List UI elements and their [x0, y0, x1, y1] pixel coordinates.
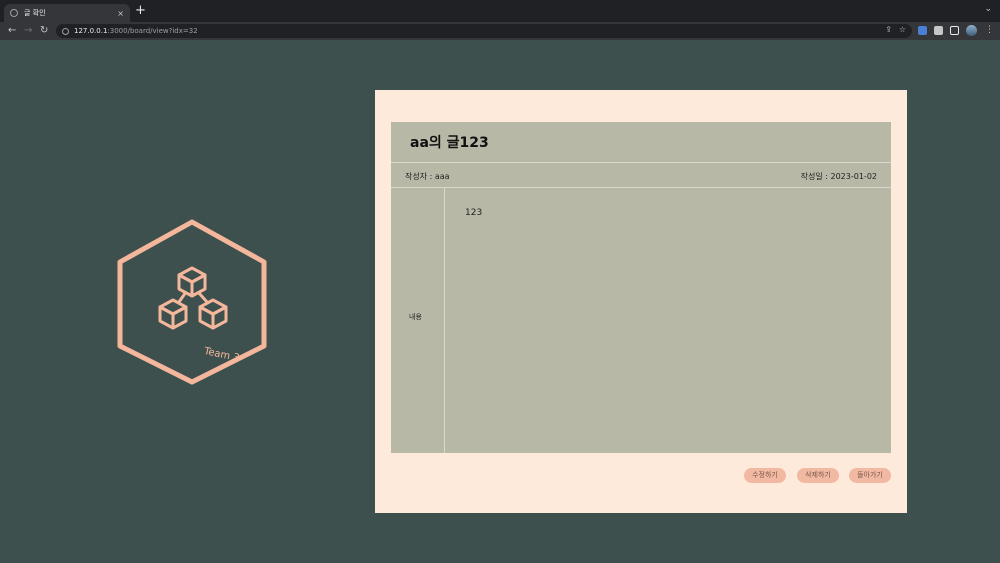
cubes-icon: [158, 266, 228, 330]
address-bar[interactable]: 127.0.0.1 :3000/board/view?idx=32 ⇪ ☆: [56, 24, 912, 38]
extensions-puzzle-icon[interactable]: [934, 26, 943, 35]
content-label: 내용: [409, 313, 422, 321]
post-content: 123: [465, 208, 483, 218]
back-button[interactable]: 돌아가기: [849, 468, 891, 483]
profile-avatar[interactable]: [966, 25, 977, 36]
close-tab-icon[interactable]: ×: [117, 9, 124, 18]
forward-arrow-icon[interactable]: →: [24, 24, 32, 38]
right-cube: [198, 298, 228, 330]
more-menu-icon[interactable]: ⋮: [985, 25, 994, 35]
post-author: 작성자 : aaa: [405, 172, 450, 181]
url-path: :3000/board/view?idx=32: [107, 27, 198, 35]
left-cube: [158, 298, 188, 330]
translate-extension-icon[interactable]: [918, 26, 927, 35]
delete-button[interactable]: 삭제하기: [797, 468, 839, 483]
site-info-icon[interactable]: [62, 27, 69, 35]
top-cube: [177, 266, 207, 298]
url-host: 127.0.0.1: [74, 27, 108, 35]
content-column-divider: [444, 188, 445, 453]
globe-icon: [10, 9, 18, 17]
post-date: 작성일 : 2023-01-02: [800, 172, 877, 181]
reload-icon[interactable]: ↻: [40, 24, 48, 38]
tab-search-icon[interactable]: ⌄: [984, 4, 992, 14]
browser-tab[interactable]: 글 확인 ×: [4, 4, 130, 22]
logo-text: Team 3: [202, 346, 240, 364]
new-tab-button[interactable]: +: [135, 3, 146, 19]
post-title: aa의 글123: [410, 135, 489, 151]
tab-title: 글 확인: [24, 9, 46, 17]
share-icon[interactable]: ⇪: [885, 25, 892, 34]
back-arrow-icon[interactable]: ←: [8, 24, 16, 38]
edit-button[interactable]: 수정하기: [744, 468, 786, 483]
side-panel-icon[interactable]: [950, 26, 959, 35]
post-card: aa의 글123 작성자 : aaa 작성일 : 2023-01-02 내용 1…: [375, 90, 907, 513]
hexagon-outline: [117, 219, 267, 385]
browser-tab-bar: 글 확인 × + ⌄: [0, 0, 1000, 22]
divider: [391, 187, 891, 188]
team-logo: Team 3: [117, 219, 267, 385]
browser-toolbar: ← → ↻ 127.0.0.1 :3000/board/view?idx=32 …: [0, 22, 1000, 40]
bookmark-star-icon[interactable]: ☆: [899, 25, 906, 34]
divider: [391, 162, 891, 163]
post-panel: aa의 글123 작성자 : aaa 작성일 : 2023-01-02 내용 1…: [391, 122, 891, 453]
